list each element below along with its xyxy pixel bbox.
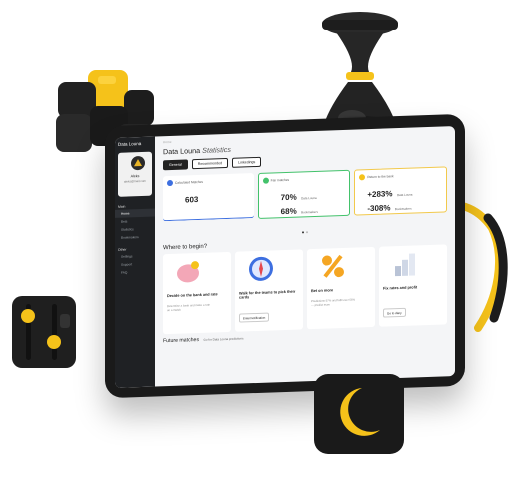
piggy-bank-icon — [177, 261, 199, 283]
card-title: Walk for the teams to pick their cards — [239, 289, 296, 300]
stat-card-fair: Fair matches 70% Data Louna 68% Bookmake… — [257, 169, 351, 219]
card-bank[interactable]: Decide on the bank and rate Determine a … — [163, 251, 231, 335]
page-title-accent: Statistics — [202, 144, 231, 155]
check-icon — [262, 177, 269, 184]
tab-general[interactable]: General — [163, 159, 188, 171]
brand-logo[interactable]: Data Louna — [115, 137, 155, 151]
page-title-main: Data Louna — [163, 145, 201, 157]
sidebar: Data Louna Aleks aleks@mail.com Main Hom… — [115, 136, 155, 388]
main-content: Home Data Louna Statistics General Recom… — [155, 126, 455, 386]
card-button[interactable]: Go to diary — [383, 307, 406, 318]
tab-recommended[interactable]: Recommended — [191, 157, 229, 170]
card-button[interactable]: Enter/notification — [239, 312, 270, 323]
stat-caption: Bookmakers — [301, 209, 318, 215]
chart-icon — [395, 253, 415, 277]
card-desc: Determine a bank and make a rate on a ma… — [167, 302, 211, 313]
card-bet[interactable]: Bet on more Predictions 57% and fulfil o… — [307, 246, 375, 330]
card-teams[interactable]: Walk for the teams to pick their cards E… — [235, 249, 303, 332]
stat-label: Return to the bank — [367, 174, 394, 180]
stat-card-calculated: Calculated Matches 603 — [163, 173, 254, 222]
compass-icon — [249, 256, 273, 281]
stat-label: Calculated Matches — [175, 179, 203, 185]
bank-icon — [359, 174, 366, 181]
stat-caption: Bookmakers — [394, 206, 412, 212]
stats-row: Calculated Matches 603 Fair matches 70% … — [163, 166, 448, 222]
tab-linkedings[interactable]: Linkedings — [232, 156, 262, 168]
future-note: Go for Data Louna predictions — [203, 336, 244, 342]
card-profit[interactable]: Fix rates and profit Go to diary — [379, 244, 447, 327]
profile-email: aleks@mail.com — [123, 178, 147, 184]
stat-value: 68% — [280, 206, 297, 217]
stat-label: Fair matches — [270, 177, 290, 183]
future-title: Future matches — [163, 337, 200, 345]
logo-triangle-icon — [134, 158, 142, 167]
slider-block-icon — [12, 296, 76, 368]
app-screen: Data Louna Aleks aleks@mail.com Main Hom… — [115, 126, 455, 388]
stat-value: 603 — [185, 195, 199, 205]
percent-icon — [322, 254, 344, 278]
card-desc: Predictions 57% and fulfil over 55% — pr… — [311, 297, 355, 308]
stat-line-2: 68% Bookmakers — [281, 200, 318, 219]
card-title: Fix rates and profit — [383, 285, 418, 291]
stat-line-2: -308% Bookmakers — [367, 197, 411, 217]
tablet-frame: Data Louna Aleks aleks@mail.com Main Hom… — [105, 113, 465, 399]
card-title: Bet on more — [311, 288, 334, 294]
sidebar-item-faq[interactable]: FAQ — [115, 268, 155, 277]
onboarding-cards: Decide on the bank and rate Determine a … — [163, 244, 447, 335]
moon-block-icon — [314, 374, 404, 454]
profile-card[interactable]: Aleks aleks@mail.com — [118, 151, 152, 197]
stat-value: -308% — [367, 203, 391, 214]
stat-card-return: Return to the bank +283% Data Louna -308… — [354, 166, 448, 217]
calculator-icon — [167, 179, 173, 187]
card-title: Decide on the bank and rate — [167, 292, 218, 299]
